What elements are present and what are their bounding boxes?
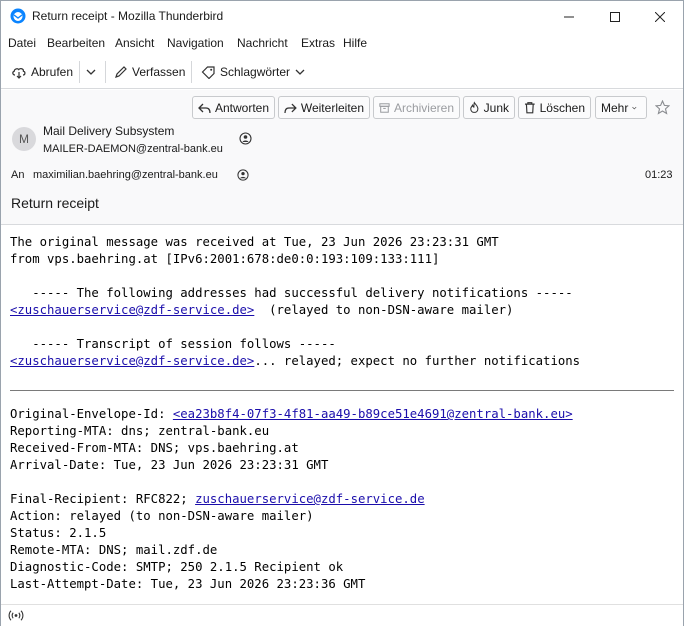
body-line: ----- The following addresses had succes… [10, 286, 573, 300]
forward-icon [284, 103, 297, 113]
trash-icon [524, 102, 535, 114]
menu-bearbeiten[interactable]: Bearbeiten [47, 36, 105, 50]
body-line: Action: relayed (to non-DSN-aware mailer… [10, 509, 314, 523]
more-button[interactable]: Mehr [595, 96, 647, 119]
message-header: Antworten Weiterleiten Archivieren Junk … [1, 90, 683, 225]
star-button[interactable] [654, 99, 671, 118]
main-toolbar: Abrufen Verfassen Schlagwörter [1, 55, 683, 89]
menu-datei[interactable]: Datei [8, 36, 36, 50]
body-text: Final-Recipient: RFC822; [10, 492, 196, 506]
thunderbird-window: Return receipt - Mozilla Thunderbird Dat… [0, 0, 684, 626]
delete-label: Löschen [539, 100, 585, 115]
reply-icon [198, 103, 211, 113]
avatar: M [12, 127, 36, 151]
recipient-label: An [11, 169, 25, 181]
body-line: Diagnostic-Code: SMTP; 250 2.1.5 Recipie… [10, 560, 344, 574]
tags-label: Schlagwörter [220, 65, 291, 79]
toolbar-separator [79, 61, 80, 83]
archive-button[interactable]: Archivieren [373, 96, 460, 119]
recipient-address[interactable]: maximilian.baehring@zentral-bank.eu [33, 169, 218, 181]
body-line: Remote-MTA: DNS; mail.zdf.de [10, 543, 218, 557]
maximize-icon [610, 11, 620, 22]
body-text: ... relayed; expect no further notificat… [254, 354, 581, 368]
body-line: <zuschauerservice@zdf-service.de> (relay… [10, 302, 513, 319]
recipient-link[interactable]: <zuschauerservice@zdf-service.de> [10, 303, 254, 317]
message-body: The original message was received at Tue… [1, 226, 683, 602]
sender-name[interactable]: Mail Delivery Subsystem [43, 124, 174, 138]
archive-label: Archivieren [393, 100, 454, 115]
junk-label: Junk [483, 100, 509, 115]
add-contact-icon[interactable] [237, 169, 249, 181]
recipient-link[interactable]: <zuschauerservice@zdf-service.de> [10, 354, 254, 368]
forward-button[interactable]: Weiterleiten [278, 96, 370, 119]
chevron-down-icon [295, 69, 305, 75]
body-line: Last-Attempt-Date: Tue, 23 Jun 2026 23:2… [10, 577, 366, 591]
reply-label: Antworten [214, 100, 269, 115]
maximize-button[interactable] [592, 1, 638, 32]
star-icon [654, 99, 671, 115]
chevron-down-icon [86, 69, 96, 75]
fetch-mail-button[interactable]: Abrufen [11, 61, 73, 83]
message-subject: Return receipt [11, 195, 99, 211]
junk-button[interactable]: Junk [463, 96, 515, 119]
chevron-down-icon [632, 106, 637, 109]
title-bar: Return receipt - Mozilla Thunderbird [1, 1, 683, 32]
pencil-icon [115, 66, 127, 78]
toolbar-separator [191, 61, 192, 83]
body-text: (relayed to non-DSN-aware mailer) [254, 303, 514, 317]
compose-button[interactable]: Verfassen [114, 61, 185, 83]
window-title: Return receipt - Mozilla Thunderbird [32, 9, 224, 23]
message-time: 01:23 [645, 169, 673, 181]
more-label: Mehr [601, 100, 629, 115]
online-status-icon[interactable] [8, 609, 24, 622]
forward-label: Weiterleiten [300, 100, 364, 115]
compose-label: Verfassen [132, 65, 186, 79]
fetch-menu-button[interactable] [86, 61, 100, 83]
menu-hilfe[interactable]: Hilfe [343, 36, 367, 50]
body-line: Status: 2.1.5 [10, 526, 107, 540]
minimize-icon [564, 16, 574, 17]
body-text: Original-Envelope-Id: [10, 407, 173, 421]
delete-button[interactable]: Löschen [518, 96, 591, 119]
divider [10, 390, 674, 391]
body-line: Arrival-Date: Tue, 23 Jun 2026 23:23:31 … [10, 458, 329, 472]
close-icon [655, 11, 665, 22]
body-line: Reporting-MTA: dns; zentral-bank.eu [10, 424, 270, 438]
sender-address[interactable]: MAILER-DAEMON@zentral-bank.eu [43, 143, 223, 155]
fetch-label: Abrufen [31, 65, 74, 79]
minimize-button[interactable] [546, 1, 592, 32]
tags-button[interactable]: Schlagwörter [201, 61, 309, 83]
body-line: Final-Recipient: RFC822; zuschauerservic… [10, 491, 425, 508]
body-line: from vps.baehring.at [IPv6:2001:678:de0:… [10, 252, 440, 266]
body-line: ----- Transcript of session follows ----… [10, 337, 336, 351]
menu-nachricht[interactable]: Nachricht [237, 36, 288, 50]
thunderbird-logo-icon [10, 8, 26, 24]
add-contact-icon[interactable] [239, 132, 252, 145]
cloud-download-icon [12, 68, 26, 79]
status-bar [1, 604, 683, 626]
menu-extras[interactable]: Extras [301, 36, 335, 50]
reply-button[interactable]: Antworten [192, 96, 275, 119]
close-button[interactable] [637, 1, 683, 32]
body-line: The original message was received at Tue… [10, 235, 499, 249]
body-line: Received-From-MTA: DNS; vps.baehring.at [10, 441, 299, 455]
envelope-id-link[interactable]: <ea23b8f4-07f3-4f81-aa49-b89ce51e4691@ze… [173, 407, 573, 421]
body-line: Original-Envelope-Id: <ea23b8f4-07f3-4f8… [10, 406, 573, 423]
junk-flame-icon [470, 101, 479, 113]
tag-icon [201, 66, 215, 79]
toolbar-separator [105, 61, 106, 83]
archive-icon [379, 102, 390, 113]
final-recipient-link[interactable]: zuschauerservice@zdf-service.de [195, 492, 425, 506]
menu-ansicht[interactable]: Ansicht [115, 36, 154, 50]
body-line: <zuschauerservice@zdf-service.de>... rel… [10, 353, 580, 370]
menu-bar: Datei Bearbeiten Ansicht Navigation Nach… [1, 32, 683, 54]
menu-navigation[interactable]: Navigation [167, 36, 224, 50]
